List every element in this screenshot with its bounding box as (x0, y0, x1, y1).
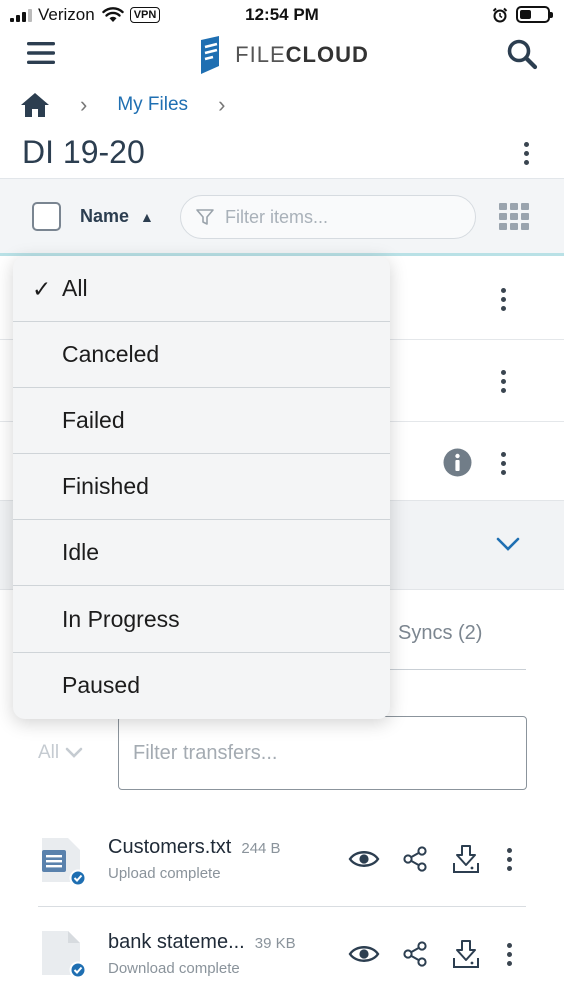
menu-item-label: Finished (62, 473, 149, 500)
filter-items-box[interactable] (180, 195, 476, 239)
breadcrumb-my-files[interactable]: My Files (117, 94, 188, 116)
page-title: DI 19-20 (22, 134, 145, 170)
eye-icon[interactable] (348, 943, 380, 965)
home-icon[interactable] (20, 92, 50, 118)
status-time: 12:54 PM (245, 5, 319, 24)
row-more-icon[interactable] (500, 452, 506, 475)
text-file-icon (42, 838, 87, 886)
transfer-file-size: 244 B (241, 840, 281, 857)
menu-item-label: Paused (62, 672, 141, 699)
chevron-down-icon (65, 747, 83, 758)
filter-icon (196, 209, 214, 225)
tab-syncs[interactable]: Syncs (2) (398, 622, 482, 645)
transfer-status-value: All (38, 742, 60, 763)
menu-item-paused[interactable]: Paused (13, 653, 390, 719)
filter-transfers-box[interactable] (118, 716, 527, 790)
menu-item-idle[interactable]: Idle (13, 520, 390, 587)
menu-item-finished[interactable]: Finished (13, 454, 390, 521)
sort-ascending-icon: ▲ (140, 209, 154, 225)
menu-item-label: All (62, 275, 88, 302)
menu-item-label: Idle (62, 539, 100, 566)
filecloud-logo: FILECLOUD (0, 36, 564, 74)
checkmark-icon: ✓ (32, 276, 52, 302)
folder-more-icon[interactable] (523, 142, 529, 165)
menu-item-all[interactable]: ✓ All (13, 256, 390, 323)
transfer-file-name: Customers.txt (108, 836, 232, 858)
sort-by-name[interactable]: Name ▲ (80, 206, 154, 227)
chevron-right-icon: › (218, 92, 226, 117)
share-icon[interactable] (402, 941, 428, 967)
breadcrumb: › My Files › (20, 90, 225, 120)
transfer-info: Customers.txt 244 B Upload complete (108, 836, 281, 882)
file-icon (42, 931, 87, 979)
transfer-more-icon[interactable] (506, 848, 512, 871)
download-icon[interactable] (452, 939, 480, 969)
filter-transfers-input[interactable] (133, 741, 512, 765)
row-more-icon[interactable] (500, 288, 506, 311)
alarm-icon (492, 7, 508, 22)
tab-underline (380, 669, 526, 670)
transfer-more-icon[interactable] (506, 943, 512, 966)
status-right (492, 6, 553, 23)
sort-label: Name (80, 206, 130, 226)
info-icon[interactable] (443, 448, 472, 477)
menu-item-label: In Progress (62, 605, 180, 632)
menu-item-in-progress[interactable]: In Progress (13, 586, 390, 653)
search-icon[interactable] (506, 38, 538, 70)
download-icon[interactable] (452, 844, 480, 874)
transfer-row[interactable]: Customers.txt 244 B Upload complete (0, 812, 564, 906)
menu-item-label: Failed (62, 407, 125, 434)
transfer-info: bank stateme... 39 KB Download complete (108, 931, 296, 977)
select-all-checkbox[interactable] (32, 202, 61, 231)
battery-icon (516, 6, 553, 23)
transfer-status: Download complete (108, 960, 240, 977)
chevron-down-icon[interactable] (496, 536, 520, 552)
row-more-icon[interactable] (500, 370, 506, 393)
menu-item-canceled[interactable]: Canceled (13, 322, 390, 389)
transfer-status-select[interactable]: All (38, 742, 83, 764)
share-icon[interactable] (402, 846, 428, 872)
logo-text-cloud: CLOUD (285, 42, 369, 67)
menu-item-label: Canceled (62, 341, 160, 368)
transfer-status: Upload complete (108, 865, 221, 882)
transfer-row[interactable]: bank stateme... 39 KB Download complete (0, 907, 564, 1001)
filter-items-input[interactable] (225, 206, 445, 228)
logo-text-file: FILE (235, 42, 286, 67)
transfer-file-size: 39 KB (254, 935, 296, 952)
grid-view-icon[interactable] (499, 203, 529, 231)
status-filter-menu: ✓ All Canceled Failed Finished Idle In P… (13, 256, 390, 719)
chevron-right-icon: › (80, 92, 88, 117)
filecloud-logo-icon (201, 36, 220, 74)
menu-item-failed[interactable]: Failed (13, 388, 390, 455)
eye-icon[interactable] (348, 848, 380, 870)
transfer-file-name: bank stateme... (108, 931, 245, 953)
